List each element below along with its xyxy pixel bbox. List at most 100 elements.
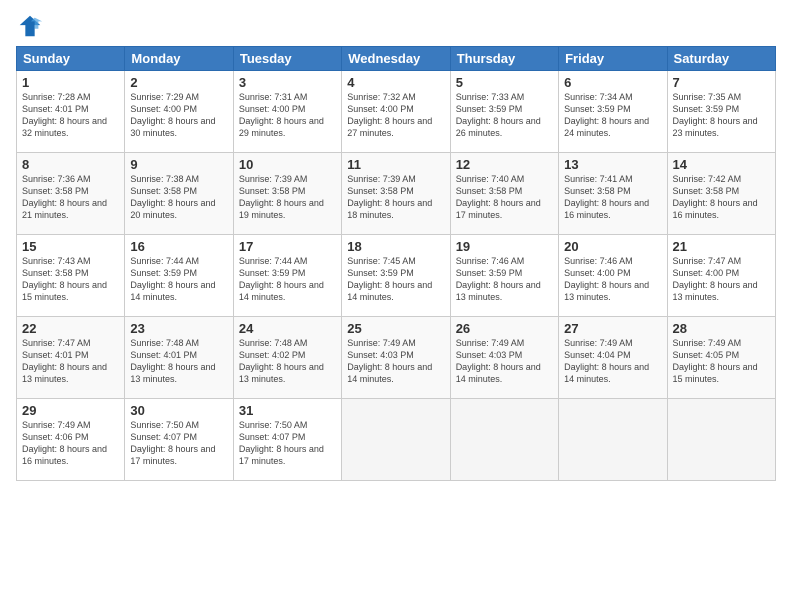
day-number: 27 [564,321,661,336]
week-row-2: 8Sunrise: 7:36 AMSunset: 3:58 PMDaylight… [17,153,776,235]
day-cell-6: 6Sunrise: 7:34 AMSunset: 3:59 PMDaylight… [559,71,667,153]
cell-info: Sunrise: 7:44 AMSunset: 3:59 PMDaylight:… [130,255,227,304]
cell-info: Sunrise: 7:39 AMSunset: 3:58 PMDaylight:… [347,173,444,222]
cell-info: Sunrise: 7:50 AMSunset: 4:07 PMDaylight:… [239,419,336,468]
day-number: 25 [347,321,444,336]
header [16,12,776,40]
logo [16,12,48,40]
day-number: 3 [239,75,336,90]
cell-info: Sunrise: 7:28 AMSunset: 4:01 PMDaylight:… [22,91,119,140]
cell-info: Sunrise: 7:34 AMSunset: 3:59 PMDaylight:… [564,91,661,140]
week-row-4: 22Sunrise: 7:47 AMSunset: 4:01 PMDayligh… [17,317,776,399]
day-header-sunday: Sunday [17,47,125,71]
cell-info: Sunrise: 7:49 AMSunset: 4:03 PMDaylight:… [456,337,553,386]
day-number: 28 [673,321,770,336]
cell-info: Sunrise: 7:50 AMSunset: 4:07 PMDaylight:… [130,419,227,468]
cell-info: Sunrise: 7:40 AMSunset: 3:58 PMDaylight:… [456,173,553,222]
cell-info: Sunrise: 7:39 AMSunset: 3:58 PMDaylight:… [239,173,336,222]
day-header-tuesday: Tuesday [233,47,341,71]
day-number: 6 [564,75,661,90]
day-cell-22: 22Sunrise: 7:47 AMSunset: 4:01 PMDayligh… [17,317,125,399]
cell-info: Sunrise: 7:44 AMSunset: 3:59 PMDaylight:… [239,255,336,304]
cell-info: Sunrise: 7:49 AMSunset: 4:05 PMDaylight:… [673,337,770,386]
day-number: 18 [347,239,444,254]
day-number: 21 [673,239,770,254]
day-cell-23: 23Sunrise: 7:48 AMSunset: 4:01 PMDayligh… [125,317,233,399]
cell-info: Sunrise: 7:41 AMSunset: 3:58 PMDaylight:… [564,173,661,222]
day-cell-3: 3Sunrise: 7:31 AMSunset: 4:00 PMDaylight… [233,71,341,153]
logo-icon [16,12,44,40]
day-number: 9 [130,157,227,172]
cell-info: Sunrise: 7:47 AMSunset: 4:00 PMDaylight:… [673,255,770,304]
day-number: 17 [239,239,336,254]
cell-info: Sunrise: 7:49 AMSunset: 4:04 PMDaylight:… [564,337,661,386]
empty-cell [559,399,667,481]
day-header-wednesday: Wednesday [342,47,450,71]
day-number: 4 [347,75,444,90]
day-cell-1: 1Sunrise: 7:28 AMSunset: 4:01 PMDaylight… [17,71,125,153]
day-cell-27: 27Sunrise: 7:49 AMSunset: 4:04 PMDayligh… [559,317,667,399]
day-cell-21: 21Sunrise: 7:47 AMSunset: 4:00 PMDayligh… [667,235,775,317]
day-cell-4: 4Sunrise: 7:32 AMSunset: 4:00 PMDaylight… [342,71,450,153]
day-cell-9: 9Sunrise: 7:38 AMSunset: 3:58 PMDaylight… [125,153,233,235]
day-number: 1 [22,75,119,90]
day-cell-14: 14Sunrise: 7:42 AMSunset: 3:58 PMDayligh… [667,153,775,235]
cell-info: Sunrise: 7:36 AMSunset: 3:58 PMDaylight:… [22,173,119,222]
day-number: 11 [347,157,444,172]
day-number: 16 [130,239,227,254]
day-cell-28: 28Sunrise: 7:49 AMSunset: 4:05 PMDayligh… [667,317,775,399]
cell-info: Sunrise: 7:33 AMSunset: 3:59 PMDaylight:… [456,91,553,140]
cell-info: Sunrise: 7:32 AMSunset: 4:00 PMDaylight:… [347,91,444,140]
day-number: 8 [22,157,119,172]
day-cell-2: 2Sunrise: 7:29 AMSunset: 4:00 PMDaylight… [125,71,233,153]
day-header-friday: Friday [559,47,667,71]
day-number: 5 [456,75,553,90]
cell-info: Sunrise: 7:46 AMSunset: 4:00 PMDaylight:… [564,255,661,304]
day-cell-15: 15Sunrise: 7:43 AMSunset: 3:58 PMDayligh… [17,235,125,317]
day-number: 23 [130,321,227,336]
day-cell-11: 11Sunrise: 7:39 AMSunset: 3:58 PMDayligh… [342,153,450,235]
day-cell-17: 17Sunrise: 7:44 AMSunset: 3:59 PMDayligh… [233,235,341,317]
cell-info: Sunrise: 7:48 AMSunset: 4:02 PMDaylight:… [239,337,336,386]
day-number: 19 [456,239,553,254]
cell-info: Sunrise: 7:42 AMSunset: 3:58 PMDaylight:… [673,173,770,222]
calendar-table: SundayMondayTuesdayWednesdayThursdayFrid… [16,46,776,481]
day-number: 24 [239,321,336,336]
cell-info: Sunrise: 7:49 AMSunset: 4:06 PMDaylight:… [22,419,119,468]
day-header-thursday: Thursday [450,47,558,71]
day-number: 15 [22,239,119,254]
day-cell-25: 25Sunrise: 7:49 AMSunset: 4:03 PMDayligh… [342,317,450,399]
week-row-1: 1Sunrise: 7:28 AMSunset: 4:01 PMDaylight… [17,71,776,153]
week-row-5: 29Sunrise: 7:49 AMSunset: 4:06 PMDayligh… [17,399,776,481]
empty-cell [342,399,450,481]
day-cell-5: 5Sunrise: 7:33 AMSunset: 3:59 PMDaylight… [450,71,558,153]
day-number: 22 [22,321,119,336]
day-cell-10: 10Sunrise: 7:39 AMSunset: 3:58 PMDayligh… [233,153,341,235]
cell-info: Sunrise: 7:35 AMSunset: 3:59 PMDaylight:… [673,91,770,140]
day-number: 26 [456,321,553,336]
day-cell-16: 16Sunrise: 7:44 AMSunset: 3:59 PMDayligh… [125,235,233,317]
day-cell-13: 13Sunrise: 7:41 AMSunset: 3:58 PMDayligh… [559,153,667,235]
cell-info: Sunrise: 7:46 AMSunset: 3:59 PMDaylight:… [456,255,553,304]
empty-cell [450,399,558,481]
day-number: 30 [130,403,227,418]
day-number: 10 [239,157,336,172]
day-cell-7: 7Sunrise: 7:35 AMSunset: 3:59 PMDaylight… [667,71,775,153]
day-cell-8: 8Sunrise: 7:36 AMSunset: 3:58 PMDaylight… [17,153,125,235]
day-cell-31: 31Sunrise: 7:50 AMSunset: 4:07 PMDayligh… [233,399,341,481]
day-number: 12 [456,157,553,172]
day-cell-18: 18Sunrise: 7:45 AMSunset: 3:59 PMDayligh… [342,235,450,317]
day-header-monday: Monday [125,47,233,71]
day-number: 13 [564,157,661,172]
day-number: 20 [564,239,661,254]
day-header-saturday: Saturday [667,47,775,71]
cell-info: Sunrise: 7:43 AMSunset: 3:58 PMDaylight:… [22,255,119,304]
cell-info: Sunrise: 7:49 AMSunset: 4:03 PMDaylight:… [347,337,444,386]
day-header-row: SundayMondayTuesdayWednesdayThursdayFrid… [17,47,776,71]
day-cell-24: 24Sunrise: 7:48 AMSunset: 4:02 PMDayligh… [233,317,341,399]
day-number: 2 [130,75,227,90]
day-cell-26: 26Sunrise: 7:49 AMSunset: 4:03 PMDayligh… [450,317,558,399]
cell-info: Sunrise: 7:31 AMSunset: 4:00 PMDaylight:… [239,91,336,140]
day-cell-20: 20Sunrise: 7:46 AMSunset: 4:00 PMDayligh… [559,235,667,317]
cell-info: Sunrise: 7:45 AMSunset: 3:59 PMDaylight:… [347,255,444,304]
